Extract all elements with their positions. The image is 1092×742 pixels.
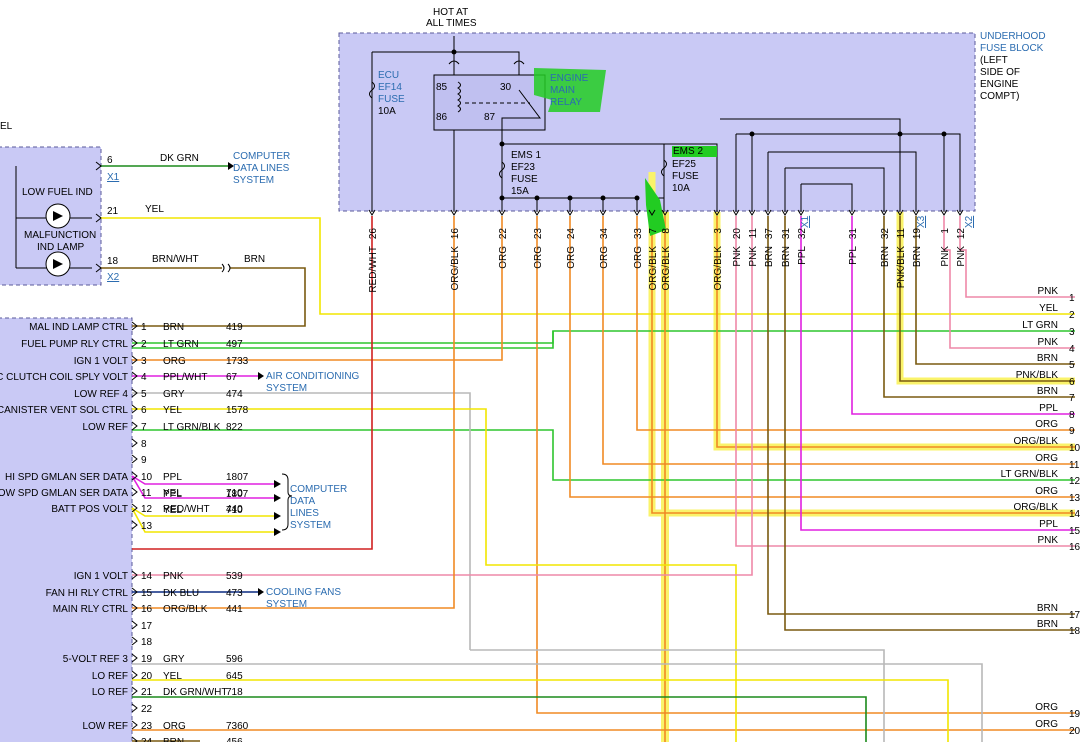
ems1-fuse-label-4: 15A	[511, 186, 529, 197]
fuse-block-title-1: UNDERHOOD	[980, 31, 1046, 42]
ecu-fuse-rating: 10A	[378, 106, 396, 117]
mil-label-2: IND LAMP	[37, 242, 85, 253]
relay-pin-30: 30	[500, 82, 512, 93]
fuse-block-title-2: FUSE BLOCK	[980, 43, 1044, 54]
data-system-label-3: LINES	[290, 508, 319, 519]
ems2-fuse-label-2: EF25	[672, 159, 696, 170]
lamp-pin-6: 6	[107, 155, 113, 166]
lamp-conn-x1: X1	[107, 172, 120, 183]
fuse-block-note-1: (LEFT	[980, 55, 1008, 66]
relay-label-1: ENGINE	[550, 73, 589, 84]
ems1-fuse-label-1: EMS 1	[511, 150, 542, 161]
relay-label-3: RELAY	[550, 97, 583, 108]
ecu-fuse-label-3: FUSE	[378, 94, 405, 105]
relay-pin-87: 87	[484, 112, 496, 123]
lamp-wire-brn: BRN	[244, 254, 266, 265]
hot-at-label: HOT AT	[433, 7, 469, 18]
fuse-block-note-4: COMPT)	[980, 91, 1020, 102]
data-system-label-4: SYSTEM	[290, 520, 332, 531]
all-times-label: ALL TIMES	[426, 18, 477, 29]
lamp-pin-18: 18	[107, 256, 119, 267]
relay-label-2: MAIN	[550, 85, 575, 96]
fuse-block-note-3: ENGINE	[980, 79, 1019, 90]
lamp-wire-yel: YEL	[145, 204, 164, 215]
ems2-fuse-label-4: 10A	[672, 183, 690, 194]
ac-system-label-1: AIR CONDITIONING	[266, 371, 360, 382]
el-partial-label: EL	[0, 121, 13, 132]
relay-pin-86: 86	[436, 112, 448, 123]
ems1-fuse-label-2: EF23	[511, 162, 535, 173]
text-layer: HOT AT ALL TIMES UNDERHOOD FUSE BLOCK (L…	[0, 0, 1092, 742]
fans-system-label-1: COOLING FANS	[266, 587, 342, 598]
relay-pin-85: 85	[436, 82, 448, 93]
computer-data-dest-1: COMPUTER	[233, 151, 291, 162]
lamp-wire-dkgrn: DK GRN	[160, 153, 199, 164]
lamp-pin-21: 21	[107, 206, 119, 217]
mil-label-1: MALFUNCTION	[24, 230, 97, 241]
ems2-fuse-label-1: EMS 2	[672, 146, 718, 157]
ecu-fuse-label-1: ECU	[378, 70, 400, 81]
fans-system-label-2: SYSTEM	[266, 599, 308, 610]
lamp-conn-x2: X2	[107, 272, 120, 283]
ecu-fuse-label-2: EF14	[378, 82, 402, 93]
computer-data-dest-2: DATA LINES	[233, 163, 290, 174]
data-system-label-1: COMPUTER	[290, 484, 348, 495]
fuse-block-note-2: SIDE OF	[980, 67, 1021, 78]
ac-system-label-2: SYSTEM	[266, 383, 308, 394]
ems2-fuse-label-3: FUSE	[672, 171, 699, 182]
computer-data-dest-3: SYSTEM	[233, 175, 275, 186]
data-system-label-2: DATA	[290, 496, 316, 507]
ems1-fuse-label-3: FUSE	[511, 174, 538, 185]
low-fuel-ind-label: LOW FUEL IND	[22, 187, 93, 198]
lamp-wire-brnwht: BRN/WHT	[152, 254, 199, 265]
